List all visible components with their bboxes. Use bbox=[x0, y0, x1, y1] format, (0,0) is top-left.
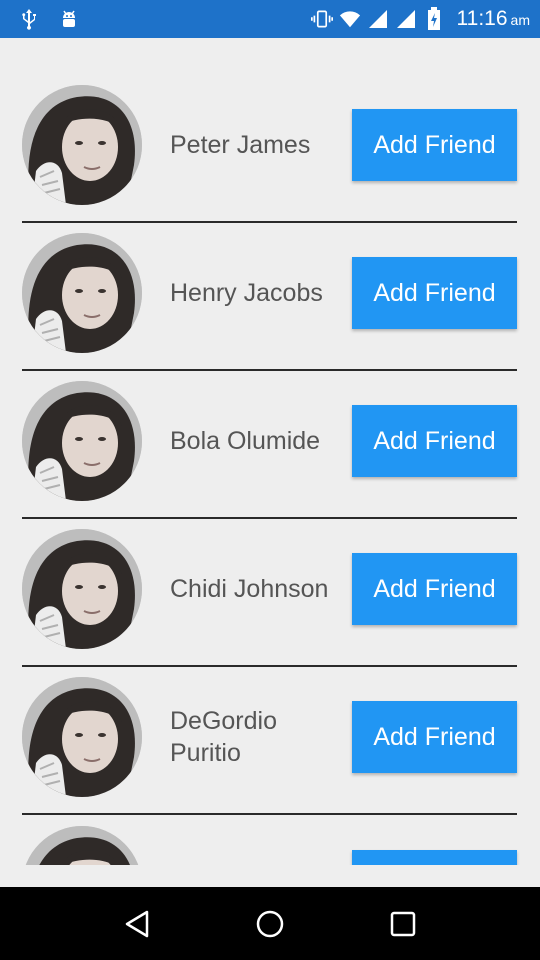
status-bar: 11:16 am bbox=[0, 0, 540, 38]
add-friend-button[interactable]: Add Friend bbox=[352, 109, 517, 181]
avatar bbox=[22, 233, 142, 353]
friend-row: Chidi Johnson Add Friend bbox=[22, 519, 517, 667]
add-friend-button[interactable]: Add Friend bbox=[352, 257, 517, 329]
friend-list[interactable]: Peter James Add Friend Henry Jacobs Add … bbox=[0, 38, 540, 865]
avatar bbox=[22, 85, 142, 205]
usb-icon bbox=[18, 8, 40, 30]
friend-name: Henry Jacobs bbox=[170, 279, 323, 307]
android-debug-icon bbox=[58, 8, 80, 30]
cell-signal-icon bbox=[395, 8, 417, 30]
recents-icon[interactable] bbox=[383, 904, 423, 944]
add-friend-button[interactable]: Add Friend bbox=[352, 850, 517, 865]
friend-row: Peter James Add Friend bbox=[22, 75, 517, 223]
avatar bbox=[22, 826, 142, 865]
friend-name: Peter James bbox=[170, 131, 311, 159]
avatar bbox=[22, 381, 142, 501]
cell-signal-icon bbox=[367, 8, 389, 30]
friend-name: Chidi Johnson bbox=[170, 575, 329, 603]
add-friend-button[interactable]: Add Friend bbox=[352, 405, 517, 477]
add-friend-button[interactable]: Add Friend bbox=[352, 701, 517, 773]
back-icon[interactable] bbox=[117, 904, 157, 944]
home-icon[interactable] bbox=[250, 904, 290, 944]
vibrate-icon bbox=[310, 8, 333, 30]
wifi-icon bbox=[339, 8, 361, 30]
friend-row: Add Friend bbox=[22, 815, 517, 865]
avatar bbox=[22, 677, 142, 797]
friend-row: Bola Olumide Add Friend bbox=[22, 371, 517, 519]
status-clock: 11:16 am bbox=[456, 7, 530, 30]
friend-row: DeGordio Puritio Add Friend bbox=[22, 667, 517, 815]
battery-charging-icon bbox=[423, 7, 445, 30]
friend-row: Henry Jacobs Add Friend bbox=[22, 223, 517, 371]
add-friend-button[interactable]: Add Friend bbox=[352, 553, 517, 625]
navigation-bar bbox=[0, 887, 540, 960]
avatar bbox=[22, 529, 142, 649]
friend-name: DeGordio Puritio bbox=[170, 707, 277, 767]
friend-name: Bola Olumide bbox=[170, 427, 321, 455]
